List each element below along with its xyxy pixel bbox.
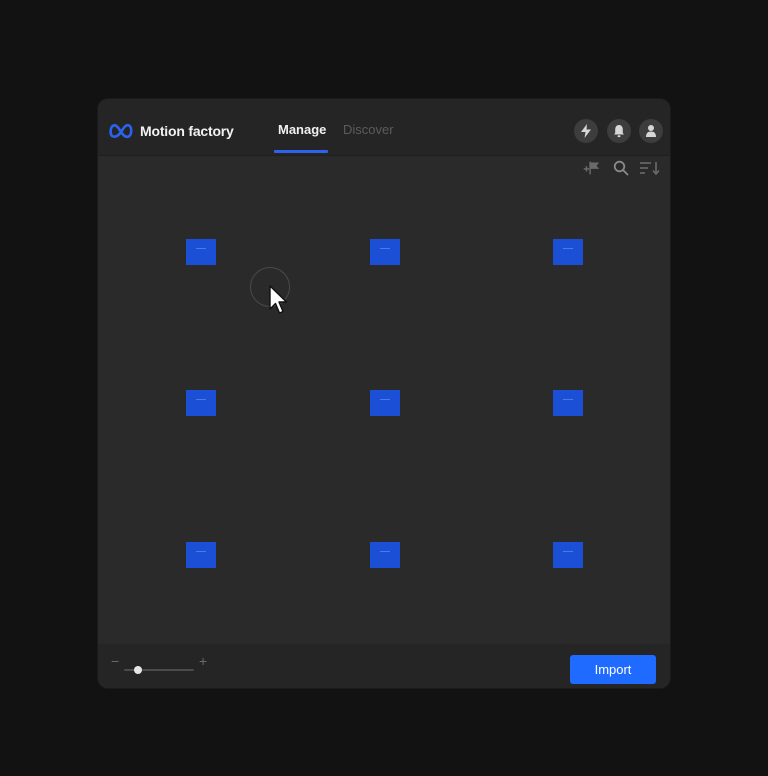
- lightning-button[interactable]: [574, 119, 598, 143]
- notifications-button[interactable]: [607, 119, 631, 143]
- user-icon: [646, 125, 656, 137]
- profile-button[interactable]: [639, 119, 663, 143]
- media-tile[interactable]: [186, 390, 216, 416]
- media-tile[interactable]: [553, 390, 583, 416]
- zoom-in-button[interactable]: +: [199, 654, 207, 668]
- sort-button[interactable]: [640, 158, 660, 178]
- zoom-out-button[interactable]: −: [111, 654, 119, 668]
- mouse-pointer-icon: [269, 285, 288, 314]
- flag-add-icon: [583, 161, 600, 175]
- media-tile[interactable]: [186, 239, 216, 265]
- search-button[interactable]: [611, 158, 631, 178]
- flag-add-button[interactable]: [581, 158, 601, 178]
- footer-bar: − + Import: [98, 644, 670, 688]
- media-tile[interactable]: [370, 390, 400, 416]
- zoom-slider-handle[interactable]: [134, 666, 142, 674]
- media-tile[interactable]: [553, 542, 583, 568]
- header-bar: Motion factory Manage Discover: [98, 99, 670, 156]
- meta-infinity-logo-icon: [109, 123, 133, 139]
- tab-manage[interactable]: Manage: [278, 122, 326, 137]
- media-tile[interactable]: [553, 239, 583, 265]
- media-tile[interactable]: [186, 542, 216, 568]
- lightning-icon: [581, 124, 591, 138]
- tab-discover[interactable]: Discover: [343, 122, 394, 137]
- sort-icon: [640, 162, 660, 175]
- app-window: Motion factory Manage Discover − + Impor…: [98, 99, 670, 688]
- active-tab-indicator: [274, 150, 328, 153]
- media-tile[interactable]: [370, 239, 400, 265]
- app-title: Motion factory: [140, 123, 234, 139]
- search-icon: [613, 160, 629, 176]
- bell-icon: [614, 125, 624, 138]
- media-tile[interactable]: [370, 542, 400, 568]
- import-button[interactable]: Import: [570, 655, 656, 684]
